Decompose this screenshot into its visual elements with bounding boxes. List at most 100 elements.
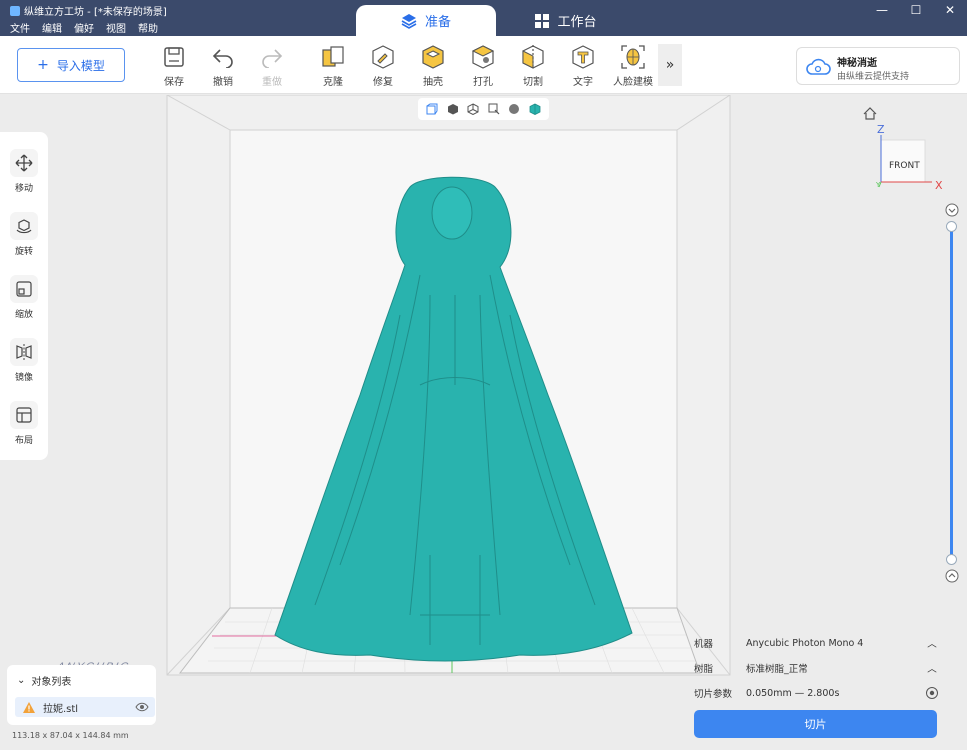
chevron-circle-up-icon[interactable]	[945, 569, 959, 583]
scale-icon	[16, 281, 32, 297]
axis-z-label: Z	[877, 123, 885, 136]
menu-preferences[interactable]: 偏好	[74, 20, 94, 35]
solid-cube-icon[interactable]	[446, 102, 460, 116]
layer-slider-top-handle[interactable]	[946, 221, 957, 232]
menu-file[interactable]: 文件	[10, 20, 30, 35]
text-t-icon	[572, 45, 594, 69]
object-list-header[interactable]: ⌄ 对象列表	[17, 673, 71, 688]
text-button[interactable]: 文字	[561, 44, 605, 88]
layer-slider-bottom-handle[interactable]	[946, 554, 957, 565]
layout-tool[interactable]: 布局	[0, 401, 48, 461]
import-model-button[interactable]: + 导入模型	[17, 48, 125, 82]
mirror-tool-label: 镜像	[14, 373, 33, 383]
sphere-shade-icon[interactable]	[507, 102, 521, 116]
mirror-tool[interactable]: 镜像	[0, 338, 48, 398]
warning-icon	[23, 701, 35, 713]
chevron-circle-down-icon[interactable]	[945, 203, 959, 217]
app-title: 纵维立方工坊 - [*未保存的场景]	[10, 3, 167, 18]
main-tabs: 准备 工作台	[356, 5, 636, 36]
layer-slider-track[interactable]	[950, 226, 953, 559]
cut-label: 切割	[523, 77, 543, 88]
save-label: 保存	[164, 77, 184, 88]
maximize-icon[interactable]: ☐	[899, 0, 933, 20]
close-icon[interactable]: ✕	[933, 0, 967, 20]
eye-visibility-icon[interactable]	[135, 700, 149, 714]
hollow-label: 抽壳	[423, 77, 443, 88]
face-scan-icon	[621, 45, 645, 69]
cloud-icon	[806, 58, 831, 75]
perspective-view-icon[interactable]	[425, 102, 439, 116]
rotate-tool-label: 旋转	[14, 247, 33, 257]
save-button[interactable]: 保存	[152, 44, 196, 88]
resin-value: 标准树脂_正常	[746, 664, 808, 675]
object-list-panel: ⌄ 对象列表 拉妮.stl	[7, 665, 156, 725]
chevron-down-icon: ⌄	[17, 675, 26, 686]
model-dimensions: 113.18 x 87.04 x 144.84 mm	[12, 731, 129, 740]
move-tool-label: 移动	[14, 184, 33, 194]
slice-button[interactable]: 切片	[694, 710, 937, 738]
chevron-up-icon[interactable]: ︿	[925, 661, 939, 675]
wireframe-cube-icon[interactable]	[466, 102, 480, 116]
move-tool[interactable]: 移动	[0, 149, 48, 209]
plus-icon: +	[37, 57, 49, 73]
repair-button[interactable]: 修复	[361, 44, 405, 88]
clone-icon	[322, 46, 344, 67]
layers-icon	[401, 13, 417, 29]
clone-button[interactable]: 克隆	[311, 44, 355, 88]
drill-button[interactable]: 打孔	[461, 44, 505, 88]
scale-tool[interactable]: 缩放	[0, 275, 48, 335]
tab-prepare-label: 准备	[424, 15, 451, 30]
xray-view-icon[interactable]	[528, 102, 542, 116]
scale-tool-label: 缩放	[14, 310, 33, 320]
menu-view[interactable]: 视图	[106, 20, 126, 35]
cloud-user-name: 神秘消逝	[837, 58, 877, 69]
view-cube-face-label: FRONT	[889, 161, 920, 171]
slice-params-label: 切片参数	[694, 689, 733, 700]
cloud-account-card[interactable]: 神秘消逝 由纵维云提供支持	[796, 47, 960, 85]
repair-label: 修复	[373, 77, 393, 88]
view-cube[interactable]: FRONT Z X Y	[875, 123, 943, 192]
app-logo-icon	[10, 5, 20, 16]
text-label: 文字	[573, 77, 593, 88]
tab-prepare[interactable]: 准备	[356, 5, 496, 36]
machine-row[interactable]: 机器 Anycubic Photon Mono 4 ︿	[694, 634, 939, 652]
menu-edit[interactable]: 编辑	[42, 20, 62, 35]
view-mode-bar	[418, 98, 549, 120]
machine-label: 机器	[694, 639, 714, 650]
home-view-icon[interactable]	[863, 107, 877, 120]
tab-workbench[interactable]: 工作台	[496, 5, 636, 36]
redo-button[interactable]: 重做	[250, 44, 294, 88]
rotate-tool[interactable]: 旋转	[0, 212, 48, 272]
cut-button[interactable]: 切割	[511, 44, 555, 88]
redo-icon	[262, 49, 283, 68]
cut-icon	[522, 45, 544, 69]
drill-hole-icon	[471, 45, 495, 69]
resin-label: 树脂	[694, 664, 714, 675]
title-bar: 纵维立方工坊 - [*未保存的场景] 文件 编辑 偏好 视图 帮助 准备 工作台…	[0, 0, 967, 36]
tab-workbench-label: 工作台	[557, 15, 597, 30]
redo-label: 重做	[262, 77, 282, 88]
face-modeling-button[interactable]: 人脸建模	[611, 44, 655, 88]
object-list-item[interactable]: 拉妮.stl	[15, 697, 155, 717]
settings-dot-icon[interactable]	[925, 686, 939, 700]
object-list-title: 对象列表	[31, 677, 72, 688]
menu-help[interactable]: 帮助	[138, 20, 158, 35]
move-arrows-icon	[15, 154, 33, 172]
select-box-icon[interactable]	[487, 102, 501, 116]
layout-tool-label: 布局	[14, 436, 33, 446]
slice-params-row[interactable]: 切片参数 0.050mm — 2.800s	[694, 684, 939, 702]
layout-icon	[16, 407, 32, 423]
hollow-button[interactable]: 抽壳	[411, 44, 455, 88]
resin-row[interactable]: 树脂 标准树脂_正常 ︿	[694, 659, 939, 677]
import-model-label: 导入模型	[56, 58, 105, 73]
undo-button[interactable]: 撤销	[201, 44, 245, 88]
rotate-cube-icon	[16, 219, 32, 234]
minimize-icon[interactable]: —	[865, 0, 899, 20]
more-tools-button[interactable]: »	[658, 44, 682, 86]
hollow-icon	[422, 45, 444, 69]
axis-y-label: Y	[875, 181, 881, 189]
window-title: 纵维立方工坊 - [*未保存的场景]	[24, 7, 167, 18]
axis-x-label: X	[935, 179, 943, 192]
chevron-up-icon[interactable]: ︿	[925, 636, 939, 650]
face-modeling-label: 人脸建模	[613, 77, 653, 88]
